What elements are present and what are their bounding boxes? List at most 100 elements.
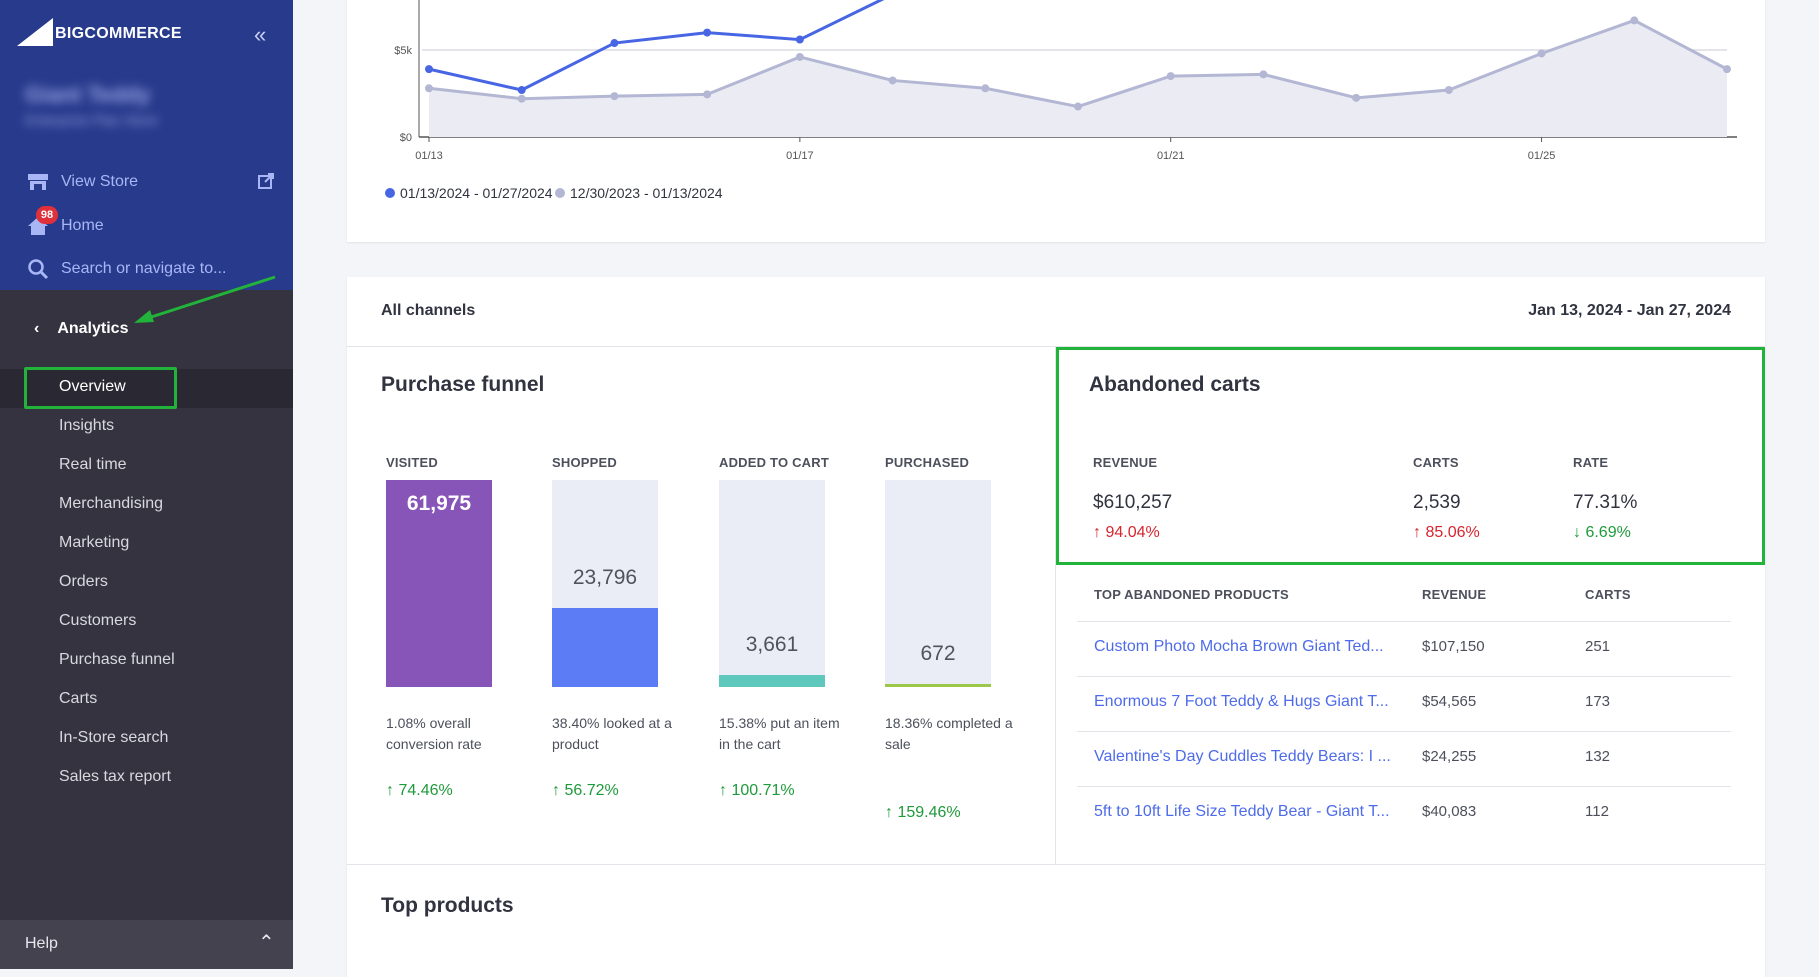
store-name: Giant Teddy	[25, 82, 151, 107]
funnel-stage-change: ↑ 74.46%	[386, 782, 453, 800]
sidebar-item-orders[interactable]: Orders	[59, 573, 108, 591]
funnel-stage-label: PURCHASED	[885, 455, 970, 470]
funnel-stage-value: 672	[920, 642, 956, 665]
funnel-stage-change: ↑ 100.71%	[719, 782, 795, 800]
data-point	[1074, 102, 1082, 111]
x-tick-label: 01/21	[1157, 150, 1185, 162]
sidebar-item-sales-tax-report[interactable]: Sales tax report	[59, 768, 171, 786]
change-value: 56.72%	[564, 782, 619, 799]
store-plan: Enterprise Plan Store	[25, 112, 159, 128]
annotation-arrow	[134, 275, 276, 323]
data-point	[1259, 70, 1268, 79]
data-point	[888, 76, 897, 85]
data-point	[425, 84, 433, 93]
storefront-icon	[28, 174, 48, 190]
sidebar-item-merchandising[interactable]: Merchandising	[59, 495, 163, 513]
arrow-up-icon: ↑	[552, 782, 565, 799]
row-divider	[1077, 786, 1731, 787]
top-products-title: Top products	[381, 894, 514, 917]
data-point	[1444, 86, 1453, 95]
data-point	[1352, 93, 1361, 102]
row-divider	[1077, 731, 1731, 732]
collapse-sidebar-icon[interactable]: «	[254, 22, 266, 48]
data-point	[703, 90, 712, 99]
date-range[interactable]: Jan 13, 2024 - Jan 27, 2024	[1528, 302, 1731, 320]
table-cell: $24,255	[1422, 748, 1477, 765]
sidebar-item-carts[interactable]: Carts	[59, 690, 97, 708]
funnel-stage-change: ↑ 56.72%	[552, 782, 619, 800]
series-area	[429, 20, 1727, 138]
data-point	[517, 94, 526, 103]
funnel-stage-change: ↑ 159.46%	[885, 804, 961, 822]
legend-label: 01/13/2024 - 01/27/2024	[400, 185, 553, 201]
arrow-up-icon: ↑	[386, 782, 399, 799]
sales-line-chart: $0 $5k 01/13 01/17 01/21 01/25 01/13/2024 - 01…	[385, 0, 1737, 201]
funnel-stage-label: SHOPPED	[552, 455, 617, 470]
data-point	[1723, 65, 1731, 74]
funnel-bar: 23,796	[552, 480, 658, 687]
table-cell: 173	[1585, 693, 1611, 710]
product-link[interactable]: Enormous 7 Foot Teddy & Hugs Giant T...	[1094, 693, 1389, 711]
table-header: CARTS	[1585, 587, 1631, 602]
sidebar-item-marketing[interactable]: Marketing	[59, 534, 129, 552]
data-point	[1630, 16, 1639, 25]
funnel-stage-value: 23,796	[572, 565, 638, 589]
funnel-bar-fill	[719, 674, 825, 687]
chevron-left-icon: ‹	[34, 320, 40, 337]
funnel-bar: 672	[885, 480, 991, 687]
data-point	[981, 84, 990, 93]
data-point	[1537, 49, 1546, 58]
funnel-stage-description: 38.40% looked at a product	[552, 715, 672, 752]
funnel-stage-description: 18.36% completed a sale	[885, 715, 1013, 752]
funnel-bar: 3,661	[719, 480, 825, 687]
table-cell: 251	[1585, 638, 1611, 655]
sidebar-item-customers[interactable]: Customers	[59, 612, 136, 630]
sidebar: BIGCOMMERCE « Giant Teddy Enterprise Pla…	[0, 0, 293, 969]
legend-label: 12/30/2023 - 01/13/2024	[570, 185, 723, 201]
purchase-funnel-title: Purchase funnel	[381, 373, 545, 396]
data-point	[610, 92, 619, 101]
funnel-stage-value: 3,661	[745, 632, 799, 656]
search-icon	[28, 259, 49, 280]
row-divider	[1077, 621, 1731, 622]
sidebar-item-in-store-search[interactable]: In-Store search	[59, 729, 168, 747]
data-point	[517, 86, 526, 95]
table-cell: $54,565	[1422, 693, 1477, 710]
notification-badge: 98	[36, 206, 58, 224]
y-tick-label: $5k	[394, 45, 412, 57]
change-value: 100.71%	[731, 782, 795, 799]
legend-marker	[555, 188, 565, 198]
data-point	[703, 28, 712, 37]
table-cell: 132	[1585, 748, 1611, 765]
arrow-up-icon: ↑	[719, 782, 732, 799]
sidebar-item-real-time[interactable]: Real time	[59, 456, 127, 474]
product-link[interactable]: Custom Photo Mocha Brown Giant Ted...	[1094, 638, 1384, 656]
funnel-stage-description: 1.08% overall conversion rate	[386, 715, 482, 752]
product-link[interactable]: Valentine's Day Cuddles Teddy Bears: I .…	[1094, 748, 1391, 766]
x-tick-label: 01/13	[415, 150, 443, 162]
table-header: REVENUE	[1422, 587, 1487, 602]
analytics-back-button[interactable]: ‹ Analytics	[34, 320, 128, 338]
funnel-bar-fill	[885, 684, 991, 687]
y-tick-label: $0	[400, 132, 412, 144]
external-link-icon[interactable]	[258, 173, 274, 189]
data-point	[795, 52, 804, 61]
x-tick-label: 01/25	[1528, 150, 1556, 162]
sidebar-item-insights[interactable]: Insights	[59, 417, 114, 435]
sidebar-item-purchase-funnel[interactable]: Purchase funnel	[59, 651, 175, 669]
table-cell: 112	[1585, 803, 1609, 820]
table-cell: $107,150	[1422, 638, 1485, 655]
table-header: TOP ABANDONED PRODUCTS	[1094, 587, 1289, 602]
view-store-link[interactable]: View Store	[27, 169, 138, 195]
x-tick-label: 01/17	[786, 150, 814, 162]
legend-marker	[385, 188, 395, 198]
view-store-label: View Store	[61, 173, 139, 190]
product-link[interactable]: 5ft to 10ft Life Size Teddy Bear - Giant…	[1094, 803, 1390, 821]
data-point	[1166, 72, 1175, 81]
annotation-highlight-box	[24, 367, 177, 409]
help-button[interactable]: Help ⌃	[0, 920, 293, 969]
channel-label[interactable]: All channels	[381, 302, 475, 320]
help-label: Help	[25, 935, 58, 952]
funnel-stage-value: 61,975	[406, 492, 472, 515]
section-title: Analytics	[57, 320, 129, 337]
